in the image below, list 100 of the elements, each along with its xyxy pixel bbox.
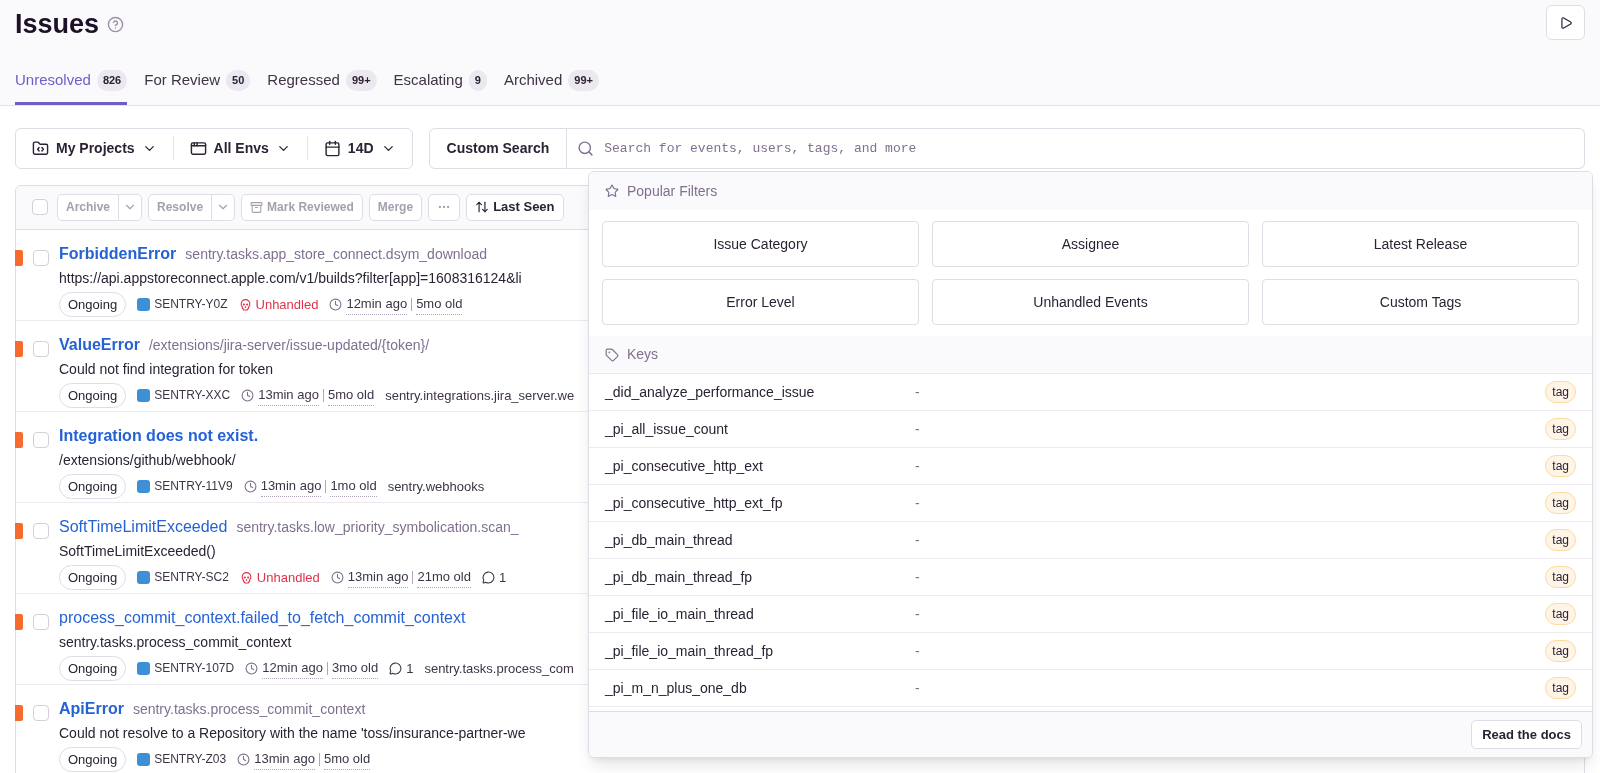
short-id: SENTRY-Y0Z [154,296,228,314]
select-all-checkbox[interactable] [32,199,48,215]
issue-culprit: sentry.tasks.low_priority_symbolication.scan_ [236,517,519,537]
search-field[interactable]: Search for events, users, tags, and more [567,127,1585,169]
key-row[interactable]: _pi_consecutive_http_ext_fp - tag [589,485,1592,522]
issue-title-link[interactable]: Integration does not exist. [59,423,259,448]
issue-checkbox[interactable] [33,249,49,266]
key-row[interactable]: _pi_file_io_main_thread - tag [589,596,1592,633]
issue-checkbox[interactable] [33,431,49,448]
popular-filter-button[interactable]: Unhandled Events [932,279,1249,325]
section-heading: Popular Filters [627,181,718,201]
sort-button[interactable]: Last Seen [466,193,564,221]
clock-icon [245,661,259,675]
custom-search-button[interactable]: Custom Search [428,127,568,169]
popular-filter-button[interactable]: Latest Release [1262,221,1579,267]
key-row[interactable]: _pi_m_n_plus_one_db - tag [589,670,1592,707]
priority-marker [15,522,23,539]
count-badge: 9 [468,70,487,91]
issue-checkbox[interactable] [33,340,49,357]
tab[interactable]: Regressed 99+ [267,67,377,105]
first-seen-age: 5mo old [323,749,371,770]
calendar-icon [323,139,341,157]
comment-count: 1 [498,568,507,587]
help-icon[interactable] [107,15,125,33]
key-row[interactable]: _pi_file_io_main_thread_fp - tag [589,633,1592,670]
clock-icon [329,297,343,311]
skull-icon [238,297,252,311]
key-row[interactable]: _pi_all_issue_count - tag [589,411,1592,448]
last-seen-time: 13min ago [258,385,319,406]
sort-arrows-icon [475,200,490,214]
key-row[interactable]: _pi_consecutive_http_ext - tag [589,448,1592,485]
first-seen-age: 21mo old [417,567,471,588]
key-name: _pi_m_n_plus_one_db [605,678,748,698]
comment-icon [481,570,495,584]
platform-icon [137,297,151,311]
popular-filter-button[interactable]: Issue Category [602,221,919,267]
key-row[interactable]: _pi_db_main_thread_fp - tag [589,559,1592,596]
tag-badge: tag [1545,418,1576,440]
key-value: - [915,382,921,402]
platform-icon [137,570,151,584]
play-button[interactable] [1546,5,1585,40]
issue-title-link[interactable]: ValueError [59,332,140,357]
key-name: _pi_file_io_main_thread_fp [605,641,775,661]
read-docs-button[interactable]: Read the docs [1471,720,1582,749]
filter-dropdown[interactable]: 14D [307,137,412,159]
tag-icon [605,347,619,362]
key-value: - [915,493,921,513]
last-seen-time: 12min ago [346,294,408,315]
issue-title-link[interactable]: process_commit_context.failed_to_fetch_commit_context [59,605,466,630]
tag-badge: tag [1545,529,1576,551]
filter-dropdown[interactable]: All Envs [173,137,307,159]
tag-badge: tag [1545,455,1576,477]
dropdown-button[interactable] [212,193,236,221]
tab[interactable]: Unresolved 826 [15,67,128,105]
page-title: Issues [15,8,100,41]
issue-title-link[interactable]: SoftTimeLimitExceeded [59,514,228,539]
clock-icon [241,388,255,402]
issue-culprit: sentry.tasks.app_store_connect.dsym_download [185,244,488,264]
comment-icon [389,661,403,675]
filter-dropdown[interactable]: My Projects [16,137,173,159]
play-icon [1558,15,1573,30]
key-row[interactable]: _pi_db_main_thread - tag [589,522,1592,559]
key-name: _pi_consecutive_http_ext_fp [605,493,784,513]
tag-badge: tag [1545,492,1576,514]
first-seen-age: 5mo old [416,294,463,315]
key-value: - [915,567,921,587]
tag-badge: tag [1545,603,1576,625]
tab[interactable]: Archived 99+ [503,67,599,105]
inbox-icon [250,200,264,214]
short-id: SENTRY-Z03 [154,751,227,769]
comment-count: 1 [406,659,414,678]
issue-message: /extensions/github/webhook/ [59,450,237,470]
tab[interactable]: For Review 50 [144,67,251,105]
key-row[interactable]: _did_analyze_performance_issue - tag [589,374,1592,411]
issue-checkbox[interactable] [33,522,49,539]
issue-title-link[interactable]: ForbiddenError [59,241,177,266]
popular-filter-button[interactable]: Error Level [602,279,919,325]
short-id: SENTRY-XXC [154,387,231,405]
clock-icon [237,752,251,766]
tag-badge: tag [1545,677,1576,699]
issue-checkbox[interactable] [33,704,49,721]
search-icon [577,139,595,157]
dropdown-button[interactable] [119,193,143,221]
tag-badge: tag [1545,381,1576,403]
star-icon [605,184,619,198]
clock-icon [243,479,257,493]
key-value: - [915,530,921,550]
popular-filter-button[interactable]: Assignee [932,221,1249,267]
priority-marker [15,249,23,266]
tab[interactable]: Escalating 9 [393,67,487,105]
culprit-text: sentry.integrations.jira_server.we [385,386,575,405]
issue-message: Could not find integration for token [59,359,275,379]
count-badge: 50 [226,70,251,91]
platform-icon [137,752,151,766]
platform-icon [137,388,151,402]
popular-filter-button[interactable]: Custom Tags [1262,279,1579,325]
unhandled-label: Unhandled [255,295,319,314]
issue-title-link[interactable]: ApiError [59,696,124,721]
priority-marker [15,613,23,630]
issue-checkbox[interactable] [33,613,49,630]
